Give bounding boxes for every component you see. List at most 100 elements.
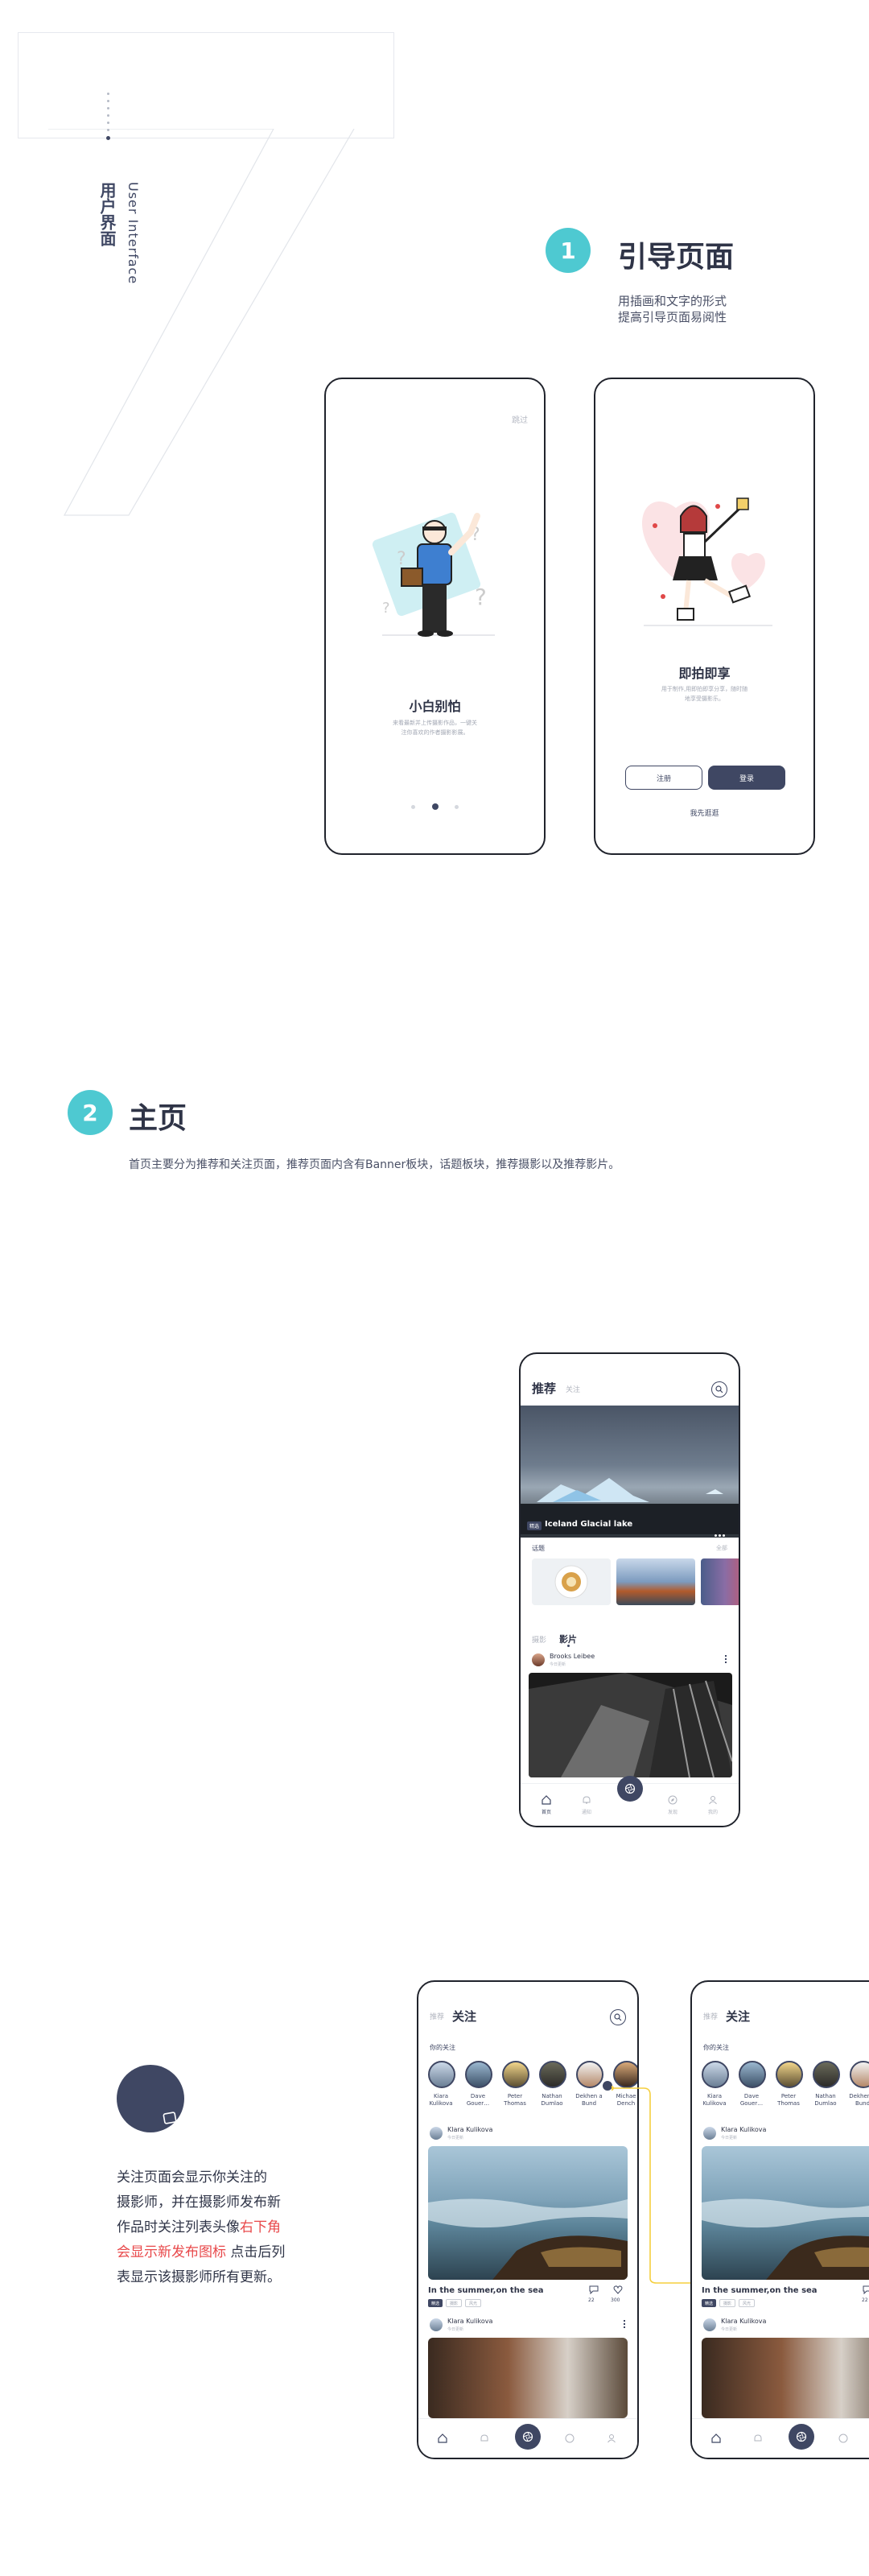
nav-profile-icon[interactable] <box>708 1795 718 1805</box>
more-icon[interactable] <box>624 2320 626 2330</box>
post2-author[interactable]: Klara Kulikova <box>447 2318 492 2325</box>
register-button[interactable]: 注册 <box>625 766 702 790</box>
search-icon[interactable] <box>711 1381 727 1397</box>
nav-camera-button[interactable] <box>515 2424 541 2450</box>
post-avatar[interactable] <box>430 2127 443 2140</box>
bottom-nav <box>692 2418 869 2458</box>
post-image[interactable] <box>702 2146 869 2280</box>
post-image[interactable] <box>428 2146 628 2280</box>
topic-card-1[interactable] <box>532 1558 611 1605</box>
follow-note-line5: 表显示该摄影师所有更新。 <box>117 2269 281 2285</box>
tab-recommend[interactable]: 推荐 <box>703 2011 718 2021</box>
follow-avatar-2[interactable] <box>739 2061 766 2088</box>
tab-recommend[interactable]: 推荐 <box>532 1380 556 1397</box>
follow-note-line2: 摄影师，并在摄影师发布新 <box>117 2194 281 2211</box>
post-tag-1[interactable]: 精选 <box>702 2299 716 2307</box>
post-tag-2[interactable]: 摄影 <box>719 2299 735 2307</box>
nav-bell-icon[interactable] <box>480 2434 489 2443</box>
nav-home-icon[interactable] <box>542 1795 551 1805</box>
aperture-icon <box>522 2431 533 2442</box>
sub-tab-film[interactable]: 影片 <box>559 1633 577 1645</box>
search-icon[interactable] <box>610 2009 626 2025</box>
post-tag-3[interactable]: 风光 <box>739 2299 755 2307</box>
banner-tag: 精选 <box>527 1521 542 1530</box>
skip-button[interactable]: 跳过 <box>512 413 528 425</box>
post2-avatar[interactable] <box>703 2318 716 2331</box>
post2-author[interactable]: Klara Kulikova <box>721 2318 766 2325</box>
topic-card-2[interactable] <box>616 1558 695 1605</box>
follow-avatar-5[interactable] <box>850 2061 869 2088</box>
onboarding-text-1b: 注你喜欢的作者摄影影展。 <box>401 729 469 736</box>
browse-link[interactable]: 我先逛逛 <box>595 807 813 818</box>
banner-pager[interactable] <box>715 1525 731 1537</box>
post2-author-sub: 今日更新 <box>447 2327 464 2332</box>
post2-image[interactable] <box>702 2338 869 2418</box>
nav-profile-icon[interactable] <box>607 2434 616 2443</box>
follow-name-2: Dave Gouer… <box>466 2093 490 2107</box>
nav-bell-icon[interactable] <box>582 1795 591 1805</box>
login-button[interactable]: 登录 <box>708 766 785 790</box>
nav-home-icon[interactable] <box>438 2434 447 2443</box>
svg-text:?: ? <box>397 549 406 569</box>
nav-camera-button[interactable] <box>789 2424 814 2450</box>
section2-number: 2 <box>82 1099 98 1126</box>
nav-camera-button[interactable] <box>617 1776 643 1802</box>
your-follows-label: 你的关注 <box>703 2044 729 2051</box>
follow-avatar-3[interactable] <box>776 2061 803 2088</box>
follow-avatar-1[interactable] <box>702 2061 729 2088</box>
onboarding-heading-2: 即拍即享 <box>678 666 731 681</box>
tab-recommend[interactable]: 推荐 <box>430 2011 444 2021</box>
post-author-sub: 今日更新 <box>721 2136 738 2140</box>
comment-icon[interactable] <box>863 2285 869 2294</box>
banner-title: Iceland Glacial lake <box>545 1520 633 1529</box>
follow-avatar-1[interactable] <box>428 2061 455 2088</box>
nav-discover-icon[interactable] <box>668 1795 677 1805</box>
home-screen: 推荐 关注 精选 Iceland Glacial lake 话题 全部 摄影 影… <box>519 1352 740 1827</box>
follow-screen: 推荐 关注 你的关注 Kiara Kulikova Dave Gouer… Pe… <box>417 1980 639 2459</box>
post-tag-1[interactable]: 精选 <box>428 2299 443 2307</box>
post-avatar[interactable] <box>703 2127 716 2140</box>
banner[interactable]: 精选 Iceland Glacial lake <box>521 1406 739 1538</box>
comment-icon[interactable] <box>589 2285 599 2294</box>
more-icon[interactable] <box>725 1655 727 1665</box>
post2-avatar[interactable] <box>430 2318 443 2331</box>
comment-count: 22 <box>862 2297 868 2303</box>
follow-note-line1: 关注页面会显示你关注的 <box>117 2169 267 2186</box>
topic-card-3[interactable] <box>701 1558 739 1605</box>
bottom-nav <box>418 2418 637 2458</box>
follow-note-text: 关注页面会显示你关注的 摄影师，并在摄影师发布新 作品时关注列表头像右下角 会显… <box>117 2165 342 2290</box>
post2-image[interactable] <box>428 2338 628 2418</box>
page-dot-2-active[interactable] <box>432 803 439 810</box>
page-dot-1[interactable] <box>411 805 415 809</box>
svg-text:?: ? <box>382 600 390 617</box>
nav-home-icon[interactable] <box>711 2434 721 2443</box>
page-dot-3[interactable] <box>455 805 459 809</box>
follow-avatar-4[interactable] <box>813 2061 840 2088</box>
nav-discover-icon[interactable] <box>838 2434 848 2443</box>
nav-bell-icon[interactable] <box>753 2434 763 2443</box>
tab-follow[interactable]: 关注 <box>452 2008 476 2025</box>
follow-avatar-4[interactable] <box>539 2061 566 2088</box>
follow-avatar-2[interactable] <box>465 2061 492 2088</box>
tab-follow[interactable]: 关注 <box>566 1384 580 1394</box>
post-tag-3[interactable]: 风光 <box>465 2299 481 2307</box>
follow-name-2: Dave Gouer… <box>739 2093 764 2107</box>
avatar[interactable] <box>532 1653 545 1666</box>
post-title[interactable]: In the summer,on the sea <box>702 2286 818 2295</box>
post-author[interactable]: Klara Kulikova <box>721 2126 766 2133</box>
section1-badge: 1 <box>546 228 591 273</box>
follow-note-line3-highlight: 右下角 <box>240 2219 281 2235</box>
sub-tab-indicator <box>567 1645 570 1647</box>
film-image[interactable] <box>529 1673 732 1777</box>
nav-discover-icon[interactable] <box>565 2434 575 2443</box>
post-tag-2[interactable]: 摄影 <box>446 2299 462 2307</box>
tab-follow[interactable]: 关注 <box>726 2008 750 2025</box>
follow-avatar-3[interactable] <box>502 2061 529 2088</box>
follow-avatar-5[interactable] <box>576 2061 603 2088</box>
post-author[interactable]: Klara Kulikova <box>447 2126 492 2133</box>
aperture-icon <box>624 1783 636 1794</box>
topics-all-link[interactable]: 全部 <box>716 1544 727 1552</box>
author-name[interactable]: Brooks Leibee <box>550 1653 595 1660</box>
post-title[interactable]: In the summer,on the sea <box>428 2286 544 2295</box>
sub-tab-photo[interactable]: 摄影 <box>532 1634 546 1645</box>
